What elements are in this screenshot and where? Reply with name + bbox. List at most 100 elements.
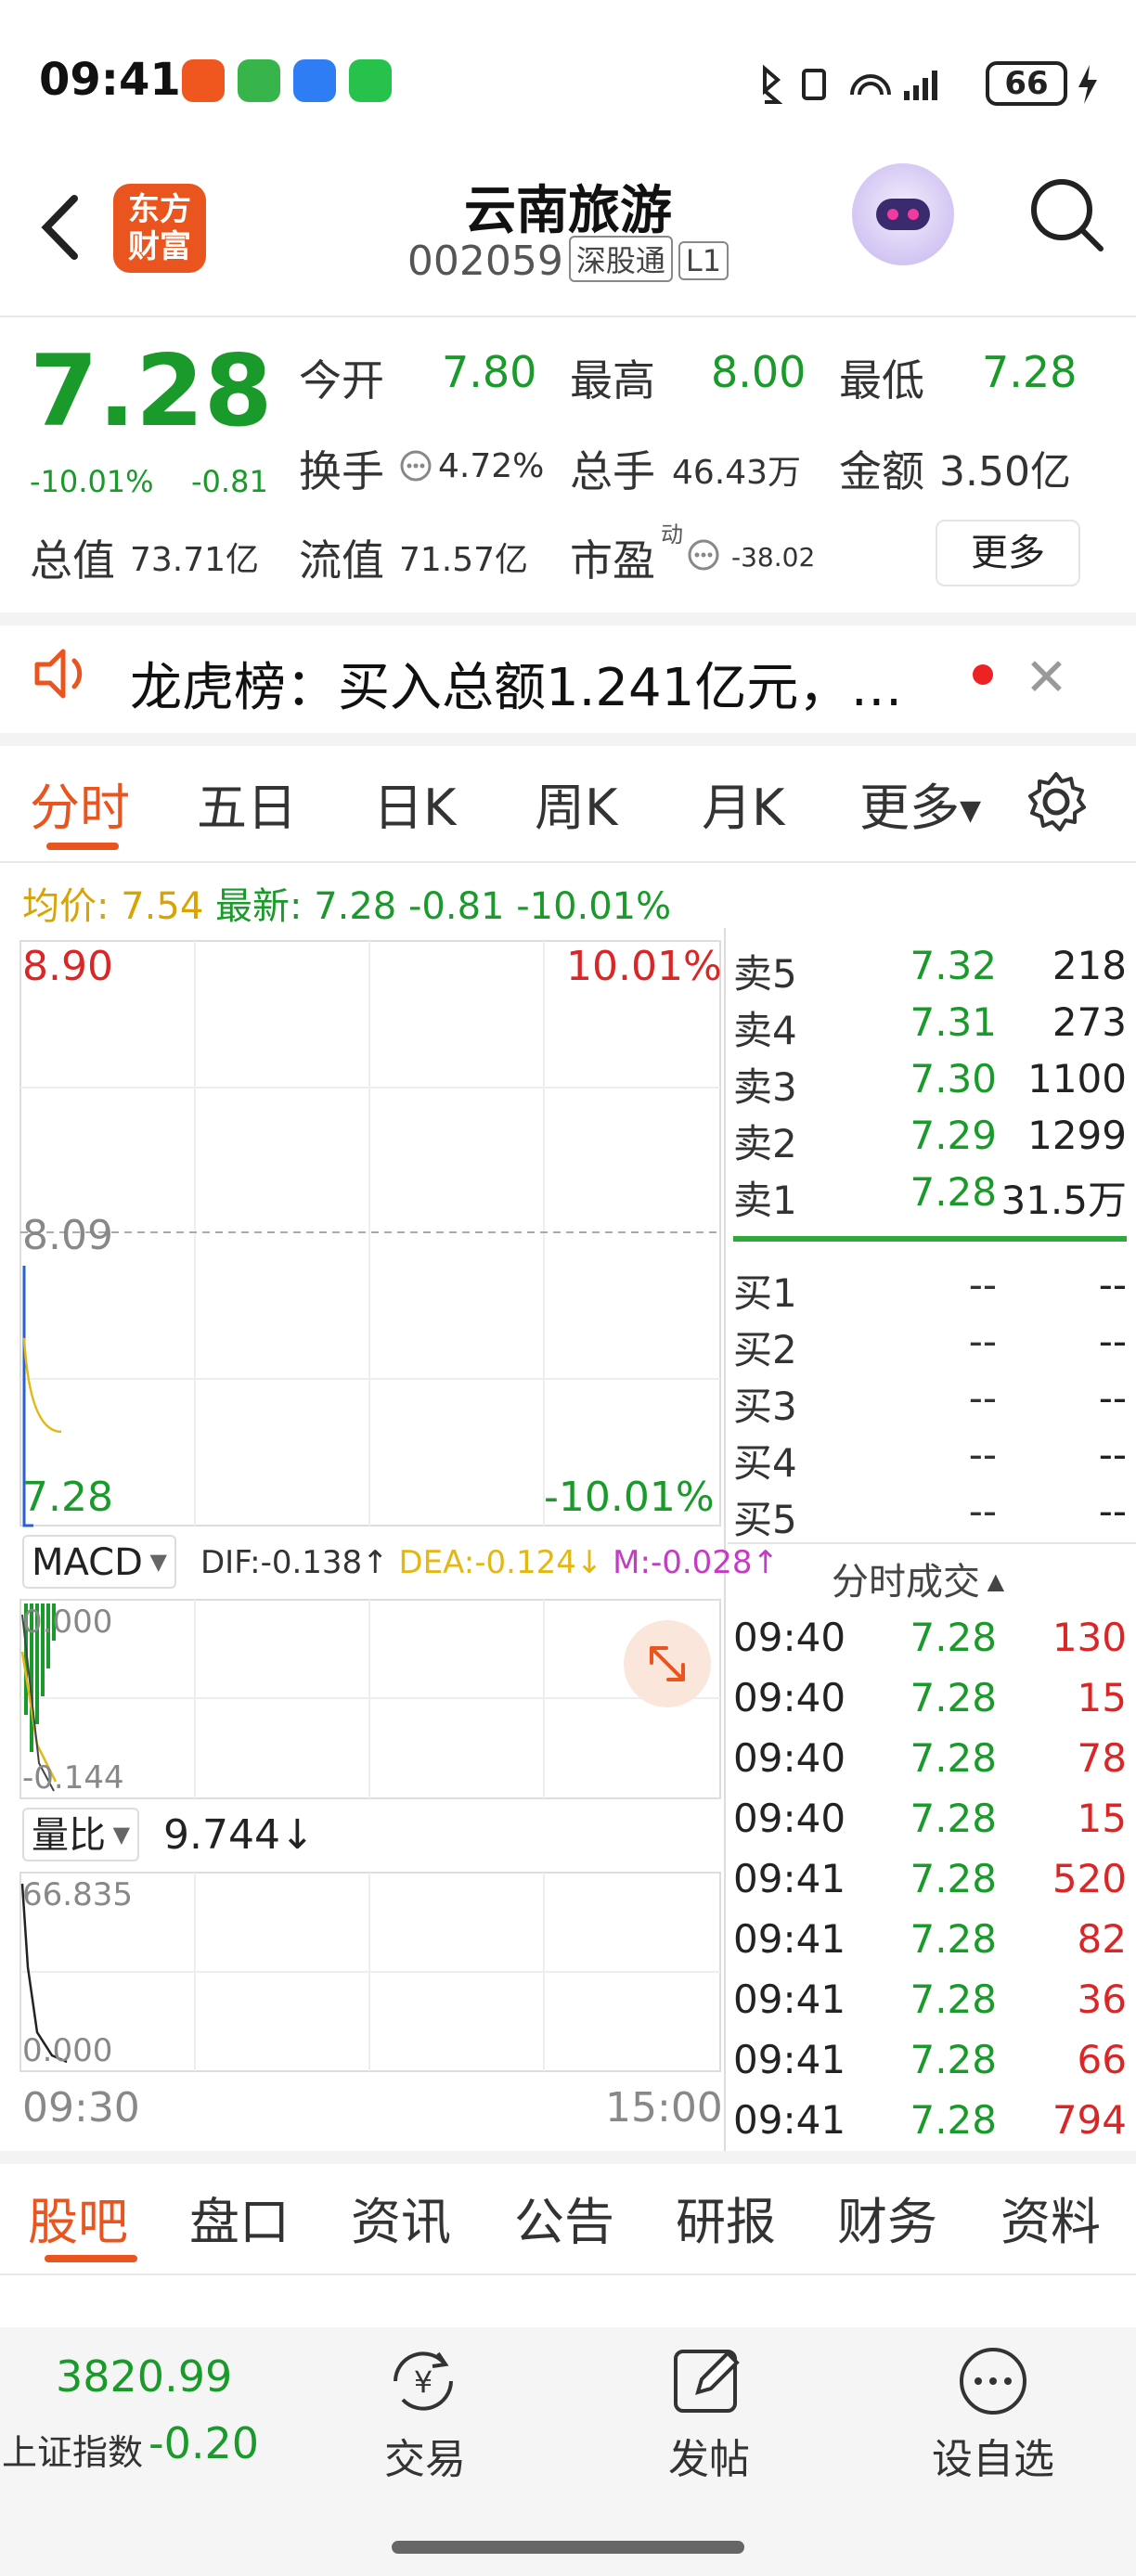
high-value: 8.00	[711, 347, 807, 397]
ask-volume: 31.5万	[1000, 1178, 1127, 1223]
trade-volume: 15	[1077, 1675, 1127, 1720]
search-button[interactable]	[1025, 173, 1108, 256]
tab-handicap[interactable]: 盘口	[189, 2181, 290, 2254]
current-price: 7.28	[30, 334, 273, 448]
volume-ratio-value: 9.744↓	[163, 1811, 315, 1859]
wechat-icon	[349, 59, 392, 102]
trade-time: 09:40	[733, 1735, 846, 1781]
trade-volume: 130	[1052, 1615, 1127, 1660]
expand-icon	[650, 1646, 685, 1681]
tab-research[interactable]: 研报	[676, 2181, 776, 2254]
bid-label: 买5	[733, 1497, 797, 1542]
tab-forum[interactable]: 股吧	[28, 2181, 128, 2254]
home-indicator[interactable]	[392, 2541, 744, 2554]
bid-price: --	[968, 1319, 997, 1364]
tab-more-label: 更多	[859, 779, 960, 837]
tab-news[interactable]: 资讯	[351, 2181, 451, 2254]
time-end: 15:00	[605, 2084, 723, 2132]
notification-app-icon	[238, 59, 280, 102]
macd-m: M:-0.028↑	[613, 1544, 780, 1581]
trade-time: 09:41	[733, 1977, 846, 2022]
bid-label: 买4	[733, 1440, 797, 1486]
status-indicators-icon	[763, 64, 937, 104]
trade-volume: 78	[1077, 1735, 1127, 1781]
chevron-down-icon: ▼	[960, 794, 982, 827]
ask-label: 卖3	[733, 1064, 797, 1110]
trade-volume: 82	[1077, 1916, 1127, 1962]
bid-volume: --	[1098, 1375, 1127, 1421]
bid-price: --	[968, 1375, 997, 1421]
ask-volume: 218	[1052, 943, 1127, 988]
notice-text[interactable]: 龙虎榜：买入总额1.241亿元，…	[130, 646, 902, 721]
trade-time: 09:40	[733, 1615, 846, 1660]
chart-top-price: 8.90	[22, 943, 113, 990]
ask-volume: 1100	[1027, 1056, 1127, 1101]
tab-announcements[interactable]: 公告	[514, 2181, 614, 2254]
volume-value: 46.43万	[672, 454, 802, 492]
trade-button-label[interactable]: 交易	[351, 2426, 499, 2485]
tab-finance[interactable]: 财务	[837, 2181, 937, 2254]
ask-volume: 273	[1052, 999, 1127, 1045]
macd-dea: DEA:-0.124↓	[398, 1544, 603, 1581]
stock-code: 002059	[407, 238, 563, 285]
close-icon[interactable]: ✕	[1025, 648, 1068, 708]
index-change[interactable]: -0.20	[148, 2418, 259, 2468]
more-quote-button[interactable]: 更多	[936, 520, 1080, 586]
macd-selector[interactable]: MACD ▼	[22, 1535, 176, 1589]
trade-price: 7.28	[910, 1675, 997, 1720]
float-cap-value: 71.57亿	[399, 541, 529, 579]
index-value[interactable]: 3820.99	[56, 2351, 232, 2402]
tab-profile[interactable]: 资料	[1000, 2181, 1101, 2254]
tab-five-day[interactable]: 五日	[197, 766, 297, 840]
trade-icon[interactable]: ¥	[382, 2344, 464, 2418]
trade-price: 7.28	[910, 1735, 997, 1781]
trade-volume: 36	[1077, 1977, 1127, 2022]
latest-value: 7.28	[314, 885, 397, 928]
notification-app-icon	[182, 59, 225, 102]
low-label: 最低	[839, 355, 924, 406]
trades-header[interactable]: 分时成交 ▲	[832, 1552, 1004, 1605]
volume-ratio-selector[interactable]: 量比 ▼	[22, 1808, 140, 1861]
info-dots-icon[interactable]	[687, 538, 720, 572]
tab-monthly-k[interactable]: 月K	[702, 766, 784, 840]
ask-volume: 1299	[1027, 1113, 1127, 1158]
trade-price: 7.28	[910, 1916, 997, 1962]
post-button-label[interactable]: 发帖	[635, 2426, 783, 2485]
trade-time: 09:40	[733, 1796, 846, 1841]
bid-volume: --	[1098, 1432, 1127, 1477]
macd-top-value: 0.000	[22, 1604, 113, 1641]
trade-volume: 15	[1077, 1796, 1127, 1841]
tab-weekly-k[interactable]: 周K	[535, 766, 617, 840]
post-icon[interactable]	[670, 2344, 748, 2418]
tab-more[interactable]: 更多▼	[859, 766, 981, 840]
index-name[interactable]: 上证指数	[2, 2424, 143, 2475]
trade-price: 7.28	[910, 1977, 997, 2022]
add-watchlist-label[interactable]: 设自选	[919, 2426, 1067, 2485]
amount-value: 3.50亿	[939, 448, 1071, 496]
tab-intraday[interactable]: 分时	[30, 766, 130, 840]
gear-icon[interactable]	[1023, 768, 1090, 835]
chart-bottom-pct: -10.01%	[544, 1474, 715, 1521]
avg-label: 均价:	[22, 885, 110, 928]
more-dots-icon[interactable]	[956, 2344, 1030, 2418]
turnover-label: 换手	[299, 446, 384, 496]
bid-label: 买1	[733, 1270, 797, 1316]
trade-price: 7.28	[910, 1856, 997, 1901]
bid-volume: --	[1098, 1262, 1127, 1307]
order-book-divider	[733, 1236, 1127, 1242]
trade-time: 09:41	[733, 2097, 846, 2143]
info-dots-icon[interactable]	[399, 449, 432, 483]
avg-series-line	[22, 1337, 62, 1434]
active-subtab-indicator	[45, 2255, 137, 2262]
notification-message-icon	[293, 59, 336, 102]
high-label: 最高	[570, 355, 655, 406]
ask-price: 7.31	[910, 999, 997, 1045]
tab-daily-k[interactable]: 日K	[373, 766, 456, 840]
latest-pct: -10.01%	[516, 885, 672, 928]
search-icon	[1031, 179, 1104, 251]
stock-code-row: 002059 深股通 L1	[0, 236, 1136, 285]
expand-chart-button[interactable]	[624, 1620, 711, 1707]
robot-avatar-icon[interactable]	[852, 163, 954, 265]
open-label: 今开	[299, 355, 384, 406]
ask-label: 卖2	[733, 1121, 797, 1166]
